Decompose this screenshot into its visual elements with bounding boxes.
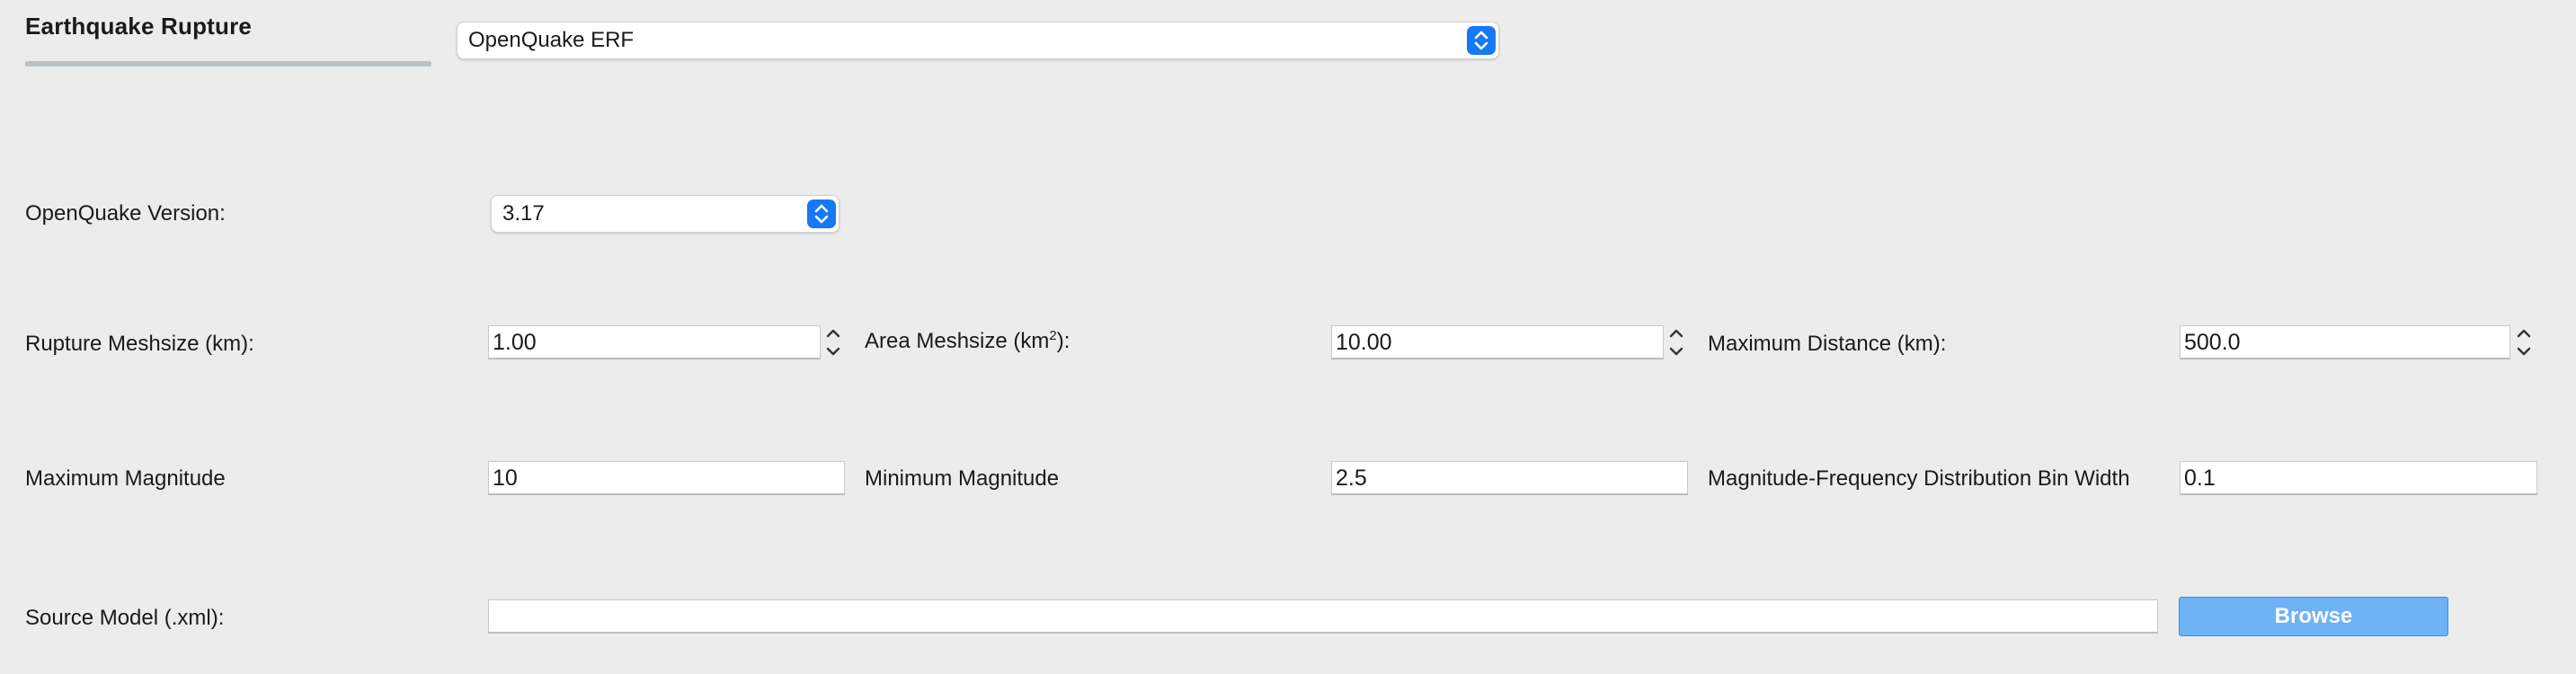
erf-select-value: OpenQuake ERF <box>468 28 635 52</box>
browse-button[interactable]: Browse <box>2179 597 2448 636</box>
up-down-chevron-icon <box>1467 26 1496 55</box>
maximum-magnitude-input[interactable]: 10 <box>488 461 845 495</box>
minimum-magnitude-label: Minimum Magnitude <box>865 466 1060 491</box>
source-model-label: Source Model (.xml): <box>25 606 225 630</box>
section-title-underline <box>25 61 431 67</box>
bin-width-input[interactable]: 0.1 <box>2180 461 2537 495</box>
minimum-magnitude-input[interactable]: 2.5 <box>1331 461 1688 495</box>
rupture-meshsize-stepper-icon[interactable] <box>822 323 845 362</box>
maximum-magnitude-label: Maximum Magnitude <box>25 466 226 491</box>
rupture-meshsize-label: Rupture Meshsize (km): <box>25 332 254 356</box>
maximum-distance-input[interactable]: 500.0 <box>2180 325 2510 359</box>
maximum-distance-stepper-icon[interactable] <box>2512 323 2536 362</box>
area-meshsize-input[interactable]: 10.00 <box>1331 325 1664 359</box>
source-model-input[interactable] <box>488 599 2158 634</box>
area-meshsize-label: Area Meshsize (km2): <box>865 328 1070 353</box>
maximum-distance-label: Maximum Distance (km): <box>1708 332 1947 356</box>
erf-select[interactable]: OpenQuake ERF <box>457 22 1499 59</box>
section-title: Earthquake Rupture <box>25 13 253 40</box>
up-down-chevron-icon <box>807 200 836 228</box>
bin-width-label: Magnitude-Frequency Distribution Bin Wid… <box>1708 466 2130 491</box>
earthquake-rupture-panel: Earthquake Rupture OpenQuake ERF OpenQua… <box>0 0 2576 674</box>
version-select[interactable]: 3.17 <box>491 195 839 233</box>
version-label: OpenQuake Version: <box>25 201 226 226</box>
area-meshsize-stepper-icon[interactable] <box>1665 323 1688 362</box>
rupture-meshsize-input[interactable]: 1.00 <box>488 325 821 359</box>
version-select-value: 3.17 <box>502 201 545 226</box>
